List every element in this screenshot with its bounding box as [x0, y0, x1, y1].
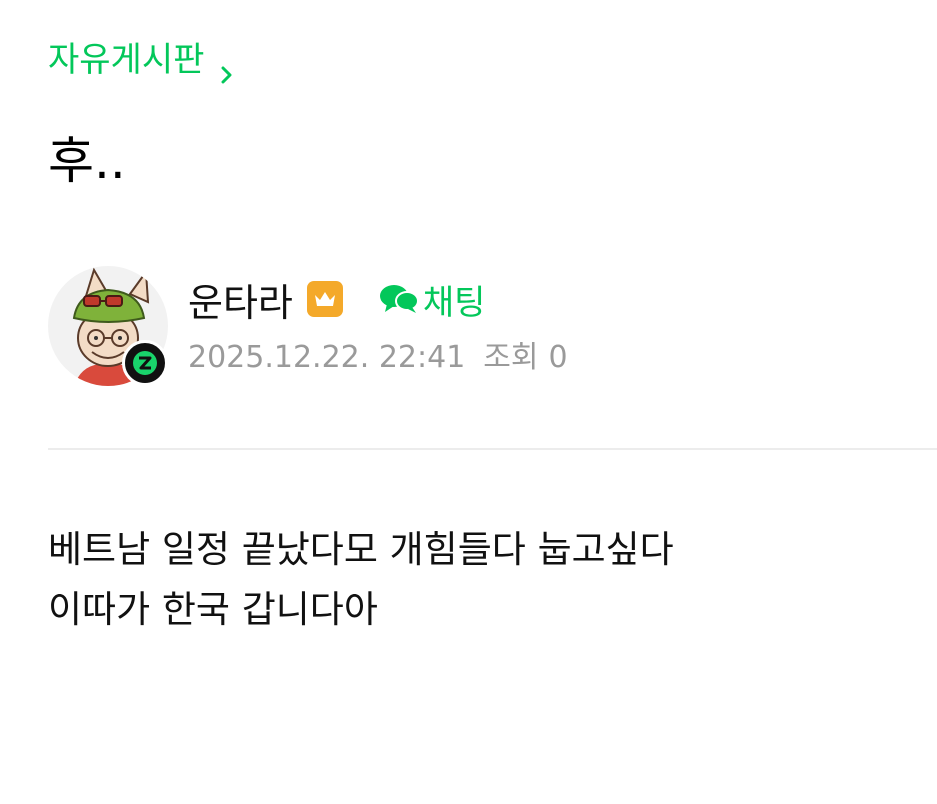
- author-name-row: 운타라 채팅: [188, 272, 486, 327]
- chat-label: 채팅: [422, 282, 486, 323]
- board-link[interactable]: 자유게시판: [48, 38, 236, 84]
- post-meta: 2025.12.22. 22:41 조회 0: [188, 338, 568, 378]
- chat-bubble-icon: [379, 285, 419, 313]
- chat-button[interactable]: 채팅: [379, 275, 486, 324]
- crown-badge-icon: [306, 281, 343, 317]
- views-label: 조회: [483, 340, 539, 375]
- divider: [48, 448, 937, 450]
- post-body: 베트남 일정 끝났다모 개힘들다 눕고싶다 이따가 한국 갑니다아: [48, 520, 908, 640]
- post-title: 후..: [48, 132, 126, 190]
- post-body-line: 베트남 일정 끝났다모 개힘들다 눕고싶다: [48, 528, 674, 571]
- level-badge-icon: [122, 340, 168, 386]
- chevron-right-icon: [218, 51, 236, 84]
- author-avatar[interactable]: [48, 266, 172, 390]
- views-count: 0: [548, 340, 568, 375]
- post-body-line: 이따가 한국 갑니다아: [48, 588, 378, 631]
- post-datetime: 2025.12.22. 22:41: [188, 340, 466, 375]
- board-name: 자유게시판: [48, 40, 205, 80]
- author-section: 운타라 채팅 2025.12.22. 22:41 조회 0: [48, 266, 928, 392]
- author-nickname[interactable]: 운타라: [188, 272, 293, 327]
